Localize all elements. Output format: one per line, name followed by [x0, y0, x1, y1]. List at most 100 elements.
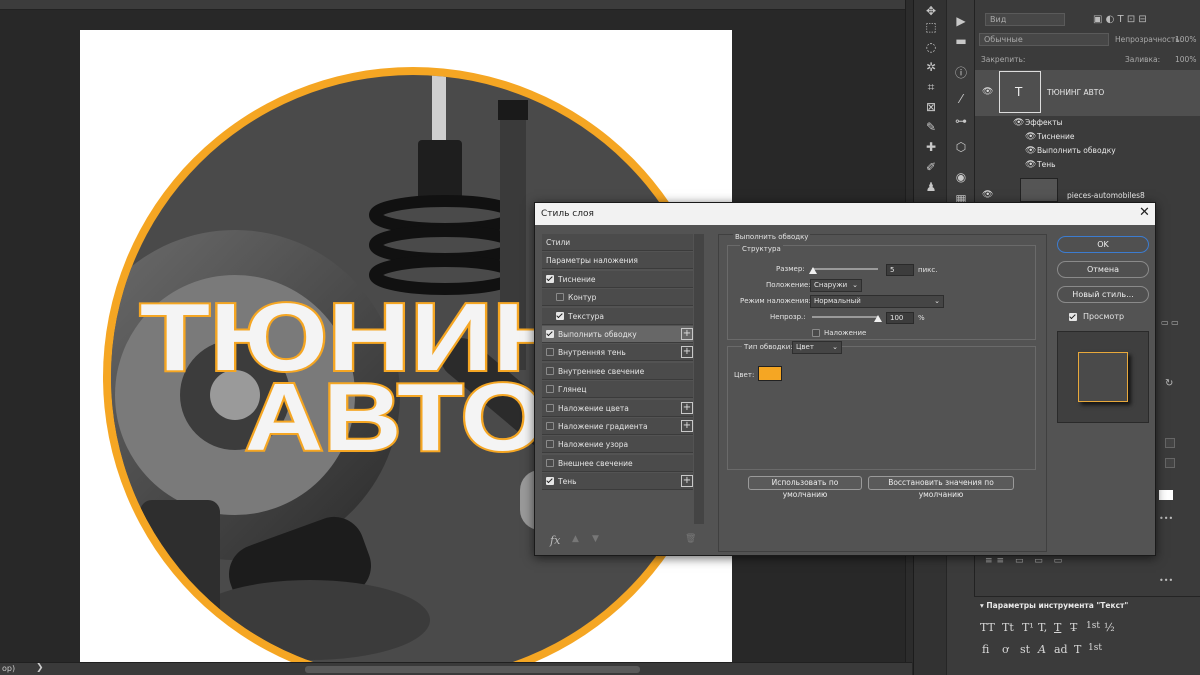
effect-eye-icon[interactable]: 👁: [1025, 160, 1036, 170]
eyedropper-tool-icon[interactable]: ✎: [920, 116, 942, 138]
style-checkbox[interactable]: [556, 311, 564, 320]
reset-default-button[interactable]: Восстановить значения по умолчанию: [868, 476, 1014, 499]
style-list-item[interactable]: Внутренняя тень +: [542, 344, 693, 362]
fill-value[interactable]: 100%: [1175, 55, 1196, 64]
discretionary-ligatures-button[interactable]: st: [1020, 643, 1030, 656]
close-icon[interactable]: ✕: [1139, 205, 1150, 220]
brush-tool-icon[interactable]: ✐: [920, 156, 942, 178]
play-icon[interactable]: ▶: [950, 10, 972, 32]
add-effect-icon[interactable]: +: [681, 401, 693, 414]
make-default-button[interactable]: Использовать по умолчанию: [748, 476, 862, 499]
filter-icons[interactable]: ▣ ◐ T ⊡ ⊟: [1093, 14, 1147, 25]
blend-mode-dropdown[interactable]: Нормальный ⌄: [810, 295, 944, 308]
effect-eye-icon[interactable]: 👁: [1025, 146, 1036, 156]
opacity-slider-track[interactable]: [812, 316, 878, 318]
strikethrough-button[interactable]: T̶: [1070, 621, 1077, 634]
old-style-button[interactable]: ơ: [1002, 643, 1009, 656]
superscript-button[interactable]: T¹: [1022, 621, 1034, 634]
style-list-item[interactable]: Стили: [542, 234, 693, 251]
subscript-button[interactable]: T,: [1038, 621, 1047, 634]
lasso-tool-icon[interactable]: ◌: [920, 36, 942, 58]
effects-eye-icon[interactable]: 👁: [1013, 118, 1024, 128]
align-icons[interactable]: ≡≡ ▭ ▭ ▭: [985, 556, 1066, 566]
small-dropdown[interactable]: [1165, 458, 1175, 468]
style-list-item[interactable]: Наложение узора: [542, 436, 693, 454]
kind-filter-dropdown[interactable]: Вид: [985, 13, 1065, 26]
style-checkbox[interactable]: [556, 293, 564, 302]
crop-tool-icon[interactable]: ⌗: [920, 76, 942, 98]
fill-type-dropdown[interactable]: Цвет ⌄: [792, 341, 842, 354]
new-style-button[interactable]: Новый стиль...: [1057, 286, 1149, 303]
style-list-item[interactable]: Наложение градиента +: [542, 418, 693, 435]
preview-checkbox[interactable]: [1069, 313, 1077, 321]
adjustments-icon[interactable]: ⊶: [950, 110, 972, 132]
cancel-button[interactable]: Отмена: [1057, 261, 1149, 278]
style-checkbox[interactable]: [546, 458, 554, 467]
style-list-item[interactable]: Внутреннее свечение: [542, 362, 693, 380]
add-effect-icon[interactable]: +: [681, 475, 693, 488]
brush-settings-icon[interactable]: ⁄: [950, 88, 972, 110]
style-checkbox[interactable]: [546, 440, 554, 449]
visibility-eye-icon[interactable]: 👁: [982, 190, 993, 200]
fractions-button[interactable]: ½: [1104, 621, 1115, 634]
style-list-item[interactable]: Параметры наложения: [542, 252, 693, 270]
size-slider-thumb[interactable]: [809, 267, 817, 274]
3d-icon[interactable]: ⬡: [950, 136, 972, 158]
style-list-item[interactable]: Тень +: [542, 473, 693, 491]
trash-icon[interactable]: 🗑: [685, 534, 696, 544]
small-dropdown[interactable]: [1165, 438, 1175, 448]
marquee-tool-icon[interactable]: ⬚: [920, 16, 942, 38]
underline-button[interactable]: T: [1054, 621, 1061, 634]
add-effect-icon[interactable]: +: [681, 328, 693, 340]
all-caps-button[interactable]: TT: [980, 621, 995, 634]
style-checkbox[interactable]: [546, 274, 554, 283]
style-checkbox[interactable]: [546, 477, 554, 486]
stamp-tool-icon[interactable]: ♟: [920, 176, 942, 198]
status-arrow-icon[interactable]: ❯: [36, 663, 44, 673]
more-icon[interactable]: •••: [1159, 576, 1173, 585]
style-list-item[interactable]: Внешнее свечение: [542, 454, 693, 472]
overprint-checkbox[interactable]: [812, 329, 820, 337]
comment-icon[interactable]: ▬: [950, 30, 972, 52]
style-checkbox[interactable]: [546, 403, 554, 412]
effect-eye-icon[interactable]: 👁: [1025, 132, 1036, 142]
style-list-item[interactable]: Выполнить обводку +: [542, 326, 693, 343]
style-checkbox[interactable]: [546, 330, 554, 338]
healing-brush-tool-icon[interactable]: ✚: [920, 136, 942, 158]
add-effect-icon[interactable]: +: [681, 420, 693, 432]
fx-icon[interactable]: fx: [550, 534, 560, 547]
color-swatch[interactable]: [1159, 490, 1173, 500]
small-caps-button[interactable]: Tt: [1002, 621, 1014, 634]
layer-row-text[interactable]: 👁 T ТЮНИНГ АВТО: [975, 70, 1200, 116]
titling-alternates-button[interactable]: T: [1074, 643, 1081, 656]
move-up-icon[interactable]: ▲: [572, 534, 579, 544]
panel-options-icon[interactable]: ▭ ▭: [1161, 318, 1179, 327]
size-input[interactable]: 5: [886, 264, 914, 276]
ok-button[interactable]: OK: [1057, 236, 1149, 253]
position-dropdown[interactable]: Снаружи ⌄: [810, 279, 862, 292]
stylistic-alternates-button[interactable]: ad: [1054, 643, 1068, 656]
style-checkbox[interactable]: [546, 422, 554, 430]
info-icon[interactable]: ⓘ: [950, 62, 972, 84]
rotate-icon[interactable]: ↻: [1165, 378, 1173, 389]
blend-mode-dropdown[interactable]: Обычные: [979, 33, 1109, 46]
style-list-item[interactable]: Наложение цвета +: [542, 399, 693, 417]
ordinals-button[interactable]: 1st: [1086, 621, 1100, 631]
more-icon[interactable]: •••: [1159, 514, 1173, 523]
swash-button[interactable]: A: [1038, 643, 1046, 656]
size-slider-track[interactable]: [812, 268, 878, 270]
stroke-color-swatch[interactable]: [758, 366, 782, 381]
move-down-icon[interactable]: ▼: [592, 534, 599, 544]
swatches-icon[interactable]: ◉: [950, 166, 972, 188]
horizontal-scrollbar[interactable]: [305, 666, 640, 673]
opacity-value[interactable]: 100%: [1175, 35, 1196, 44]
style-list-item[interactable]: Текстура: [542, 307, 693, 325]
magic-wand-tool-icon[interactable]: ✲: [920, 56, 942, 78]
visibility-eye-icon[interactable]: 👁: [982, 87, 993, 97]
dialog-titlebar[interactable]: Стиль слоя ✕: [535, 203, 1155, 225]
ordinals-alt-button[interactable]: 1st: [1088, 643, 1102, 653]
style-checkbox[interactable]: [546, 366, 554, 375]
opacity-input[interactable]: 100: [886, 312, 914, 324]
style-list-scrollbar[interactable]: [694, 234, 704, 524]
style-list-item[interactable]: Тиснение: [542, 270, 693, 288]
